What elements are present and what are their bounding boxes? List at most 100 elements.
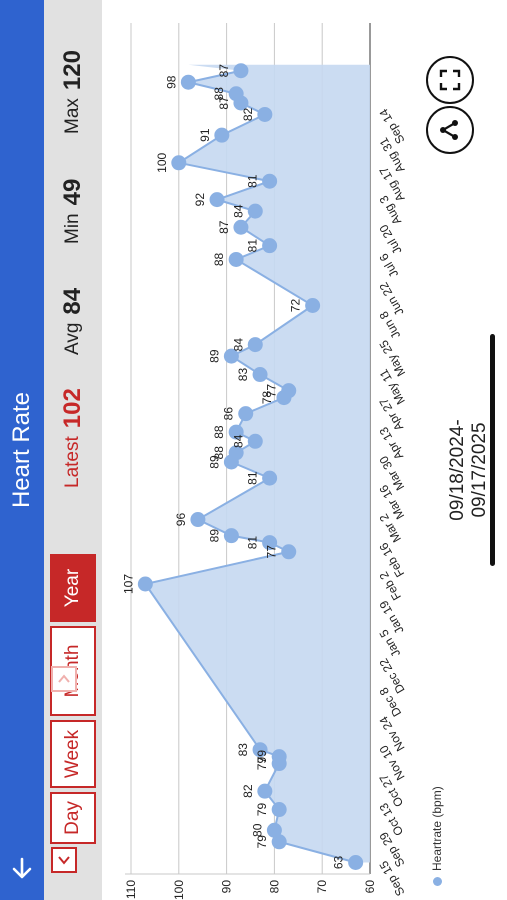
expand-button[interactable]: [426, 56, 474, 104]
page-title: Heart Rate: [8, 391, 35, 509]
y-tick-label: 70: [315, 880, 329, 894]
data-label: 88: [212, 252, 226, 266]
max-value: 120: [59, 50, 86, 91]
data-label: 84: [231, 204, 245, 218]
avg-value: 84: [59, 287, 86, 315]
data-point: [171, 155, 187, 171]
y-tick-label: 100: [172, 880, 186, 900]
x-tick-label: Jul 20: [376, 222, 404, 257]
min-value: 49: [59, 178, 86, 206]
data-label: 88: [212, 87, 226, 101]
data-label: 81: [246, 174, 260, 188]
data-point: [209, 192, 225, 208]
data-point: [180, 74, 196, 90]
data-label: 84: [231, 434, 245, 448]
scrollbar[interactable]: [490, 334, 495, 566]
heart-rate-chart: 6379807982797983107778189968189888488867…: [121, 23, 408, 900]
data-label: 81: [246, 239, 260, 253]
avg-label: Avg: [62, 322, 83, 355]
data-label: 79: [255, 750, 269, 764]
data-label: 96: [174, 513, 188, 527]
data-point: [233, 219, 249, 235]
data-label: 81: [246, 471, 260, 485]
expand-icon: [439, 69, 461, 91]
data-point: [190, 512, 206, 528]
avg-stat: Avg 84: [44, 288, 102, 355]
data-label: 82: [241, 784, 255, 798]
data-point: [137, 576, 153, 592]
share-button[interactable]: [426, 106, 474, 154]
chevron-left-icon: [58, 856, 70, 865]
data-label: 86: [222, 407, 236, 421]
data-point: [223, 528, 239, 544]
data-point: [257, 106, 273, 122]
data-point: [247, 337, 263, 353]
data-point: [247, 203, 263, 219]
data-label: 82: [241, 107, 255, 121]
data-point: [257, 783, 273, 799]
data-label: 77: [265, 384, 279, 398]
x-tick-label: Jun 22: [376, 280, 406, 318]
data-point: [247, 433, 263, 449]
x-tick-label: Jul 6: [376, 251, 401, 280]
data-label: 89: [207, 349, 221, 363]
tab-year[interactable]: Year: [50, 554, 96, 622]
max-label: Max: [62, 98, 83, 134]
chart-legend: Heartrate (bpm): [430, 786, 444, 886]
app-bar: Heart Rate: [0, 0, 44, 900]
data-label: 63: [332, 855, 346, 869]
data-point: [228, 251, 244, 267]
data-label: 79: [255, 803, 269, 817]
data-point: [281, 383, 297, 399]
data-point: [233, 63, 249, 79]
screen: Heart Rate Day Week Month Year Latest 10…: [0, 0, 507, 900]
legend-swatch: [432, 877, 442, 886]
chevron-right-icon: [58, 674, 70, 683]
data-point: [262, 470, 278, 486]
data-point: [262, 173, 278, 189]
data-label: 72: [289, 299, 303, 313]
data-label: 91: [198, 128, 212, 142]
data-label: 81: [246, 536, 260, 550]
data-point: [271, 802, 287, 818]
data-point: [305, 297, 321, 313]
data-point: [281, 544, 297, 560]
data-label: 88: [212, 425, 226, 439]
data-point: [214, 127, 230, 143]
y-tick-label: 90: [220, 880, 234, 894]
data-label: 107: [121, 574, 135, 594]
next-period-button[interactable]: [51, 666, 77, 692]
y-tick-label: 60: [363, 880, 377, 894]
data-label: 87: [217, 220, 231, 234]
tab-day[interactable]: Day: [50, 792, 96, 844]
previous-period-button[interactable]: [51, 847, 77, 873]
latest-stat: Latest 102: [44, 388, 102, 488]
data-label: 89: [207, 529, 221, 543]
latest-label: Latest: [62, 436, 83, 488]
data-label: 88: [212, 446, 226, 460]
data-label: 77: [265, 545, 279, 559]
data-point: [348, 854, 364, 870]
tab-week[interactable]: Week: [50, 720, 96, 788]
y-tick-label: 80: [267, 880, 281, 894]
data-label: 84: [231, 338, 245, 352]
data-label: 92: [193, 193, 207, 207]
data-label: 100: [155, 152, 169, 172]
legend-label: Heartrate (bpm): [430, 786, 444, 871]
min-label: Min: [62, 213, 83, 244]
data-point: [262, 238, 278, 254]
data-label: 80: [250, 823, 264, 837]
max-stat: Max 120: [44, 50, 102, 134]
data-label: 83: [236, 743, 250, 757]
data-label: 98: [164, 75, 178, 89]
data-point: [252, 367, 268, 383]
latest-value: 102: [59, 388, 86, 429]
min-stat: Min 49: [44, 179, 102, 244]
range-toolbar: Day Week Month Year Latest 102 Avg 84 Mi…: [44, 0, 102, 900]
data-point: [271, 749, 287, 765]
share-icon: [440, 120, 458, 140]
data-label: 87: [217, 64, 231, 78]
y-tick-label: 110: [124, 880, 138, 899]
data-label: 83: [236, 368, 250, 382]
date-range: 09/18/2024-09/17/2025: [447, 419, 490, 521]
